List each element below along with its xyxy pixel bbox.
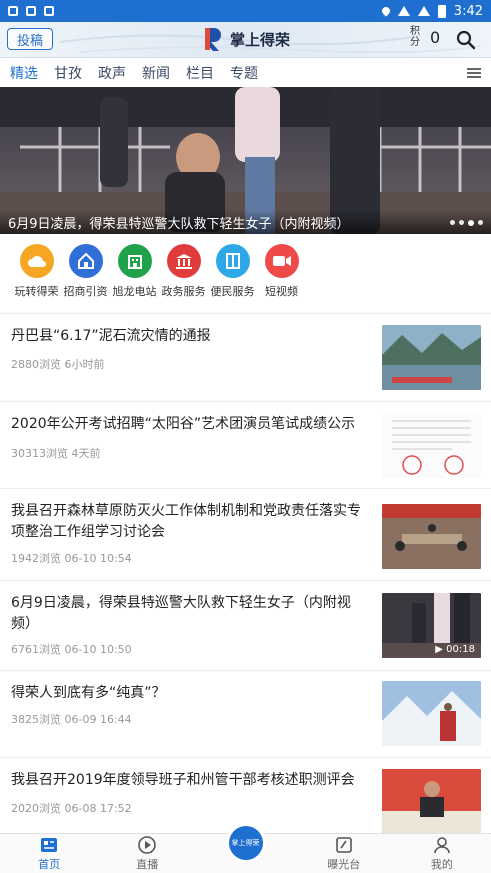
- home-icon: [68, 244, 103, 278]
- service-xulong-station[interactable]: 旭龙电站: [110, 244, 159, 304]
- app-header: 投稿 掌上得荣 积分 0: [0, 22, 491, 58]
- news-meta: 1942浏览 06-10 10:54: [11, 552, 132, 565]
- speaker-photo: [382, 769, 481, 834]
- meeting-room-photo: [382, 504, 481, 569]
- news-meta: 3825浏览 06-09 16:44: [11, 713, 132, 726]
- tab-politics[interactable]: 政声: [98, 63, 126, 83]
- quick-services: 玩转得荣 招商引资 旭龙电站 政务服务 便民服务 短视频: [0, 244, 491, 304]
- channel-menu-icon[interactable]: [467, 68, 481, 78]
- tab-columns[interactable]: 栏目: [186, 63, 214, 83]
- bottom-tab-bar: 首页 直播 掌上得荣 曝光台 我的: [0, 826, 491, 873]
- carousel-dot: [459, 220, 464, 225]
- image-icon: [44, 6, 54, 16]
- tab-news[interactable]: 新闻: [142, 63, 170, 83]
- center-badge: 掌上得荣: [231, 839, 260, 847]
- service-play-derong[interactable]: 玩转得荣: [12, 244, 61, 304]
- government-icon: [166, 244, 201, 278]
- news-meta: 6761浏览 06-10 10:50: [11, 643, 132, 656]
- news-title: 2020年公开考试招聘“太阳谷”艺术团演员笔试成绩公示: [11, 416, 356, 432]
- edit-box-icon: [335, 837, 352, 853]
- tab-label: 我的: [430, 858, 453, 871]
- tab-label: 曝光台: [327, 858, 361, 871]
- video-duration: ▶ 00:18: [435, 644, 475, 655]
- news-item[interactable]: 6月9日凌晨，得荣县特巡警大队救下轻生女子（内附视频） 6761浏览 06-10…: [0, 580, 491, 669]
- service-label: 招商引资: [63, 285, 108, 298]
- news-item[interactable]: 2020年公开考试招聘“太阳谷”艺术团演员笔试成绩公示 30313浏览 4天前: [0, 401, 491, 487]
- service-convenience[interactable]: 便民服务: [208, 244, 257, 304]
- river-valley-photo: [382, 325, 481, 390]
- status-bar: 3:42: [0, 0, 491, 22]
- service-label: 旭龙电站: [112, 285, 157, 298]
- notification-icon: [8, 6, 18, 16]
- tab-label: 直播: [136, 858, 159, 871]
- news-item[interactable]: 得荣人到底有多“纯真”？ 3825浏览 06-09 16:44: [0, 670, 491, 756]
- building-icon: [117, 244, 152, 278]
- location-icon: [380, 5, 392, 17]
- snow-mountain-photo: [382, 681, 481, 746]
- carousel-dot: [478, 220, 483, 225]
- battery-icon: [437, 4, 446, 18]
- app-brand: 掌上得荣: [202, 26, 290, 52]
- tab-exposure[interactable]: 曝光台: [295, 834, 393, 873]
- carousel-dot: [450, 220, 455, 225]
- news-title: 丹巴县“6.17”泥石流灾情的通报: [11, 328, 211, 344]
- tab-live[interactable]: 直播: [98, 834, 196, 873]
- service-short-video[interactable]: 短视频: [257, 244, 306, 304]
- news-meta: 2880浏览 6小时前: [11, 358, 105, 371]
- news-item[interactable]: 丹巴县“6.17”泥石流灾情的通报 2880浏览 6小时前: [0, 313, 491, 400]
- app-logo-icon: [205, 28, 221, 51]
- tab-center[interactable]: 掌上得荣: [196, 826, 294, 873]
- service-label: 玩转得荣: [14, 285, 59, 298]
- service-investment[interactable]: 招商引资: [61, 244, 110, 304]
- home-list-icon: [41, 838, 58, 852]
- cloud-icon: [19, 244, 54, 278]
- search-icon[interactable]: [456, 30, 476, 50]
- news-title: 6月9日凌晨，得荣县特巡警大队救下轻生女子（内附视频）: [11, 595, 351, 632]
- carousel-dot-active: [468, 220, 474, 226]
- service-label: 短视频: [265, 285, 298, 298]
- submit-button[interactable]: 投稿: [7, 28, 53, 50]
- tab-featured[interactable]: 精选: [10, 63, 38, 83]
- app-name: 掌上得荣: [230, 30, 291, 49]
- center-logo-icon: 掌上得荣: [228, 826, 263, 860]
- document-icon: [215, 244, 250, 278]
- video-camera-icon: [264, 244, 299, 278]
- news-title: 得荣人到底有多“纯真”？: [11, 685, 166, 701]
- news-meta: 2020浏览 06-08 17:52: [11, 802, 132, 815]
- play-circle-icon: [138, 836, 157, 854]
- person-icon: [434, 837, 450, 854]
- signal-icon: [417, 6, 430, 16]
- stamped-document-photo: [382, 413, 481, 478]
- banner-caption: 6月9日凌晨，得荣县特巡警大队救下轻生女子（内附视频）: [0, 210, 491, 234]
- tab-ganzi[interactable]: 甘孜: [54, 63, 82, 83]
- night-street-photo[interactable]: ▶ 00:18: [382, 593, 481, 658]
- service-label: 政务服务: [161, 285, 206, 298]
- news-meta: 30313浏览 4天前: [11, 447, 101, 460]
- news-title: 我县召开森林草原防灭火工作体制机制和党政责任落实专项整治工作组学习讨论会: [11, 503, 361, 540]
- points-value: 0: [430, 27, 441, 47]
- carousel-indicator: [450, 220, 483, 226]
- points-display[interactable]: 积分 0: [410, 26, 440, 48]
- sd-card-icon: [26, 6, 36, 16]
- service-government[interactable]: 政务服务: [159, 244, 208, 304]
- tab-home[interactable]: 首页: [0, 834, 98, 873]
- points-label: 积分: [410, 26, 420, 48]
- tab-topics[interactable]: 专题: [230, 63, 258, 83]
- banner-carousel[interactable]: 6月9日凌晨，得荣县特巡警大队救下轻生女子（内附视频）: [0, 87, 491, 234]
- tab-mine[interactable]: 我的: [393, 834, 491, 873]
- channel-nav: 精选 甘孜 政声 新闻 栏目 专题: [0, 59, 491, 87]
- news-title: 我县召开2019年度领导班子和州管干部考核述职测评会: [11, 772, 355, 788]
- news-item[interactable]: 我县召开2019年度领导班子和州管干部考核述职测评会 2020浏览 06-08 …: [0, 757, 491, 834]
- wifi-icon: [397, 6, 410, 16]
- service-label: 便民服务: [210, 285, 255, 298]
- tab-label: 首页: [38, 858, 61, 871]
- news-item[interactable]: 我县召开森林草原防灭火工作体制机制和党政责任落实专项整治工作组学习讨论会 194…: [0, 488, 491, 579]
- status-time: 3:42: [453, 3, 483, 19]
